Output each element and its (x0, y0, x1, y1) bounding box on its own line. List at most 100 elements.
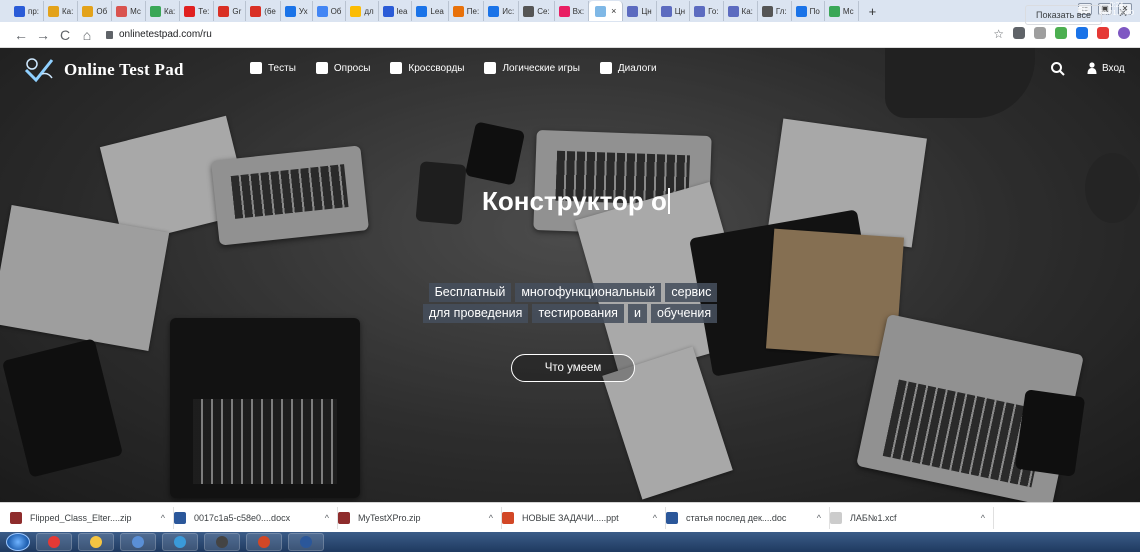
new-tab-button[interactable]: + (869, 4, 877, 19)
chevron-up-icon[interactable]: ^ (817, 513, 821, 523)
extension-icon[interactable] (1034, 27, 1046, 39)
reload-button[interactable]: C (54, 27, 76, 43)
browser-tab[interactable]: Цн (623, 1, 657, 21)
windows-taskbar (0, 532, 1140, 552)
extension-icon[interactable] (1097, 27, 1109, 39)
tab-favicon-icon (82, 5, 94, 17)
browser-tab[interactable]: Ка: (44, 1, 79, 21)
chevron-up-icon[interactable]: ^ (653, 513, 657, 523)
extension-icon[interactable] (1118, 27, 1130, 39)
chrome-icon (48, 536, 60, 548)
browser-tab-active[interactable]: × (589, 1, 624, 21)
download-item[interactable]: статья послед дек....doc ^ (666, 506, 830, 529)
tab-label: Гл: (775, 6, 787, 16)
browser-tab[interactable]: Мс (825, 1, 859, 21)
tab-label: (6е (264, 6, 276, 16)
browser-tab[interactable]: Цн (657, 1, 691, 21)
tab-label: Ка: (163, 6, 176, 16)
tab-label: Цн (641, 6, 652, 16)
file-icon (502, 511, 514, 524)
browser-tab[interactable]: пр: (10, 1, 45, 21)
browser-tab[interactable]: Об (313, 1, 347, 21)
menu-item-2[interactable]: Кроссворды (390, 62, 464, 74)
browser-tab[interactable]: Вх: (555, 1, 590, 21)
extension-icon[interactable] (1013, 27, 1025, 39)
tab-favicon-icon (416, 5, 428, 17)
browser-tab[interactable]: Те: (180, 1, 215, 21)
language-indicator[interactable]: RU (1077, 6, 1089, 15)
what-we-do-button[interactable]: Что умеем (511, 354, 635, 382)
url-field[interactable]: onlinetestpad.com/ru (106, 29, 212, 40)
browser-tab[interactable]: Се: (519, 1, 555, 21)
browser-tab[interactable]: Ис: (484, 1, 520, 21)
download-item[interactable]: 0017c1a5-c58e0....docx ^ (174, 506, 338, 529)
browser-tab[interactable]: Ка: (146, 1, 181, 21)
clock[interactable]: 0:24 28.01.2020 (1099, 2, 1134, 18)
download-item[interactable]: НОВЫЕ ЗАДАЧИ.....ppt ^ (502, 506, 666, 529)
taskbar-app-button[interactable] (288, 533, 324, 551)
taskbar-app-button[interactable] (246, 533, 282, 551)
media-icon (132, 536, 144, 548)
tab-favicon-icon (14, 5, 25, 17)
browser-tab[interactable]: Гл: (758, 1, 792, 21)
explorer-icon (90, 536, 102, 548)
browser-tab[interactable]: Ка: (724, 1, 758, 21)
tab-label: Цн (674, 6, 686, 16)
tab-label: Мс (130, 6, 141, 16)
site-header: Online Test Pad Тесты Опросы Кроссворды Лог… (0, 48, 1140, 92)
site-logo[interactable]: Online Test Pad (22, 56, 184, 84)
menu-item-3[interactable]: Логические игры (484, 62, 580, 74)
browser-tab[interactable]: По (792, 1, 825, 21)
chevron-up-icon[interactable]: ^ (981, 513, 985, 523)
login-button[interactable]: Вход (1087, 62, 1125, 74)
download-item[interactable]: ЛАБ№1.xcf ^ (830, 506, 994, 529)
browser-tab[interactable]: lea (379, 1, 413, 21)
tab-favicon-icon (523, 5, 535, 17)
taskbar-app-button[interactable] (120, 533, 156, 551)
taskbar-app-button[interactable] (162, 533, 198, 551)
browser-tab[interactable]: Го: (690, 1, 724, 21)
taskbar-app-button[interactable] (78, 533, 114, 551)
taskbar-app-button[interactable] (204, 533, 240, 551)
browser-tab[interactable]: Ух (281, 1, 313, 21)
search-icon[interactable] (1050, 61, 1066, 77)
chevron-up-icon[interactable]: ^ (161, 513, 165, 523)
browser-tab[interactable]: Gr (214, 1, 247, 21)
tab-label: lea (396, 6, 408, 16)
start-button[interactable] (6, 533, 30, 551)
file-icon (10, 511, 22, 524)
menu-item-4[interactable]: Диалоги (599, 62, 657, 74)
browser-tab[interactable]: Об (78, 1, 113, 21)
chevron-up-icon[interactable]: ^ (325, 513, 329, 523)
tab-label: Gr (232, 6, 242, 16)
extension-icon[interactable] (1076, 27, 1088, 39)
download-item[interactable]: MyTestXPro.zip ^ (338, 506, 502, 529)
back-button[interactable]: ← (10, 27, 32, 43)
extension-icon[interactable] (1055, 27, 1067, 39)
taskbar-app-button[interactable] (36, 533, 72, 551)
close-tab-icon[interactable]: × (611, 6, 616, 16)
download-item[interactable]: Flipped_Class_Elter....zip ^ (10, 506, 174, 529)
tab-favicon-icon (316, 5, 328, 17)
tab-favicon-icon (627, 5, 639, 17)
downloads-bar: Flipped_Class_Elter....zip ^ 0017c1a5-c58e… (0, 502, 1140, 532)
chevron-up-icon[interactable]: ^ (489, 513, 493, 523)
browser-tab[interactable]: Lea (412, 1, 449, 21)
tab-favicon-icon (218, 5, 230, 17)
home-button[interactable]: ⌂ (76, 27, 98, 43)
browser-tab[interactable]: (6е (246, 1, 281, 21)
file-icon (174, 511, 186, 524)
browser-tab[interactable]: дл (346, 1, 379, 21)
forward-button[interactable]: → (32, 27, 54, 43)
menu-item-1[interactable]: Опросы (315, 62, 370, 74)
browser-tab[interactable]: Мс (112, 1, 146, 21)
menu-item-0[interactable]: Тесты (250, 62, 296, 74)
tab-favicon-icon (350, 5, 362, 17)
browser-tab[interactable]: Пе: (449, 1, 485, 21)
tab-label: дл (364, 6, 374, 16)
tab-favicon-icon (48, 5, 60, 17)
subline-word: для проведения (422, 304, 529, 323)
menu-item-label: Диалоги (617, 62, 657, 74)
bookmark-star-icon[interactable]: ☆ (993, 27, 1004, 41)
download-filename: MyTestXPro.zip (358, 512, 421, 523)
